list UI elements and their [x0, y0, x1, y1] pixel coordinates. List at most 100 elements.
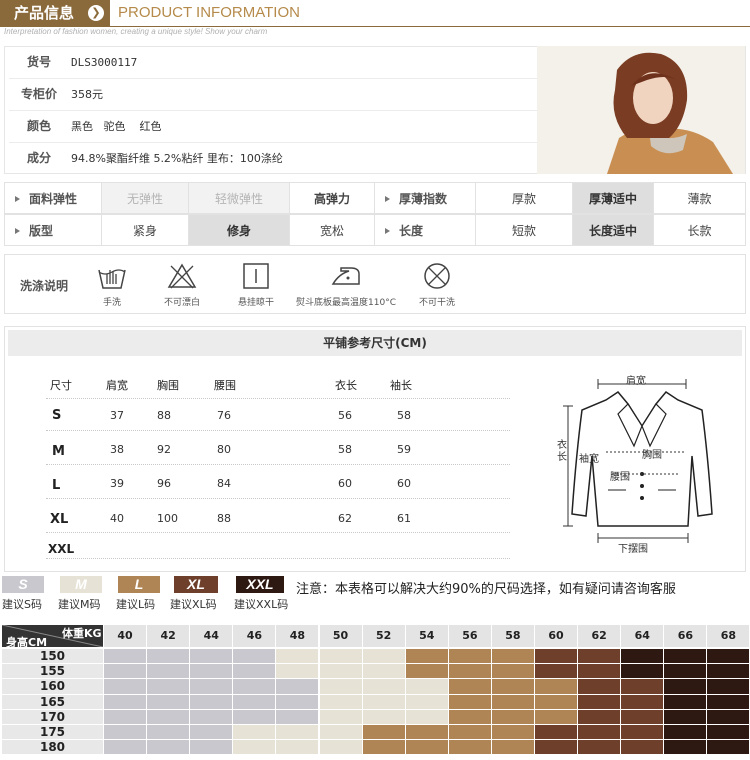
size-cell-m	[319, 740, 362, 755]
info-label: 货号	[26, 55, 51, 69]
size-cell-s	[104, 649, 147, 664]
info-value: DLS3000117	[71, 56, 138, 69]
iron-icon	[331, 267, 360, 285]
size-cell-m	[405, 709, 448, 724]
info-row-material: 成分 94.8%聚酯纤维 5.2%粘纤 里布：100涤纶	[9, 143, 539, 175]
weight-header: 52	[362, 625, 405, 647]
size-table-title: 平铺参考尺寸(CM)	[8, 330, 742, 356]
option-tight[interactable]: 紧身	[101, 214, 189, 246]
size-cell-m	[362, 679, 405, 694]
size-cell-s	[104, 694, 147, 709]
size-cell-s	[276, 679, 319, 694]
size-cell-m	[233, 725, 276, 740]
corner-weight-label: 体重KG	[62, 627, 102, 640]
size-cell-m	[405, 679, 448, 694]
size-cell-xxl	[707, 664, 750, 679]
size-cell-xxl	[707, 694, 750, 709]
size-cell-xl	[578, 679, 621, 694]
size-cell-l	[491, 694, 534, 709]
size-cell-l	[405, 725, 448, 740]
size-cell-l	[362, 725, 405, 740]
hang-dry-icon	[243, 263, 269, 289]
jacket-diagram	[563, 379, 713, 543]
size-cell-m	[405, 694, 448, 709]
size-cell-l	[491, 664, 534, 679]
size-cell-l	[491, 679, 534, 694]
weight-header: 48	[276, 625, 319, 647]
option-high-stretch[interactable]: 高弹力	[289, 182, 375, 214]
size-cell-xxl	[621, 664, 664, 679]
attr-label-elasticity: 面料弹性	[4, 182, 102, 214]
size-cell-xl	[535, 664, 578, 679]
size-cell-s	[147, 649, 190, 664]
cell-value: 39	[110, 477, 124, 490]
chart-corner: 身高CM 体重KG	[2, 625, 103, 649]
weight-header: 56	[448, 625, 491, 647]
size-cell-l	[448, 725, 491, 740]
size-cell-s	[233, 679, 276, 694]
size-cell-xxl	[707, 725, 750, 740]
height-label: 160	[2, 679, 103, 694]
diagram-label-shoulder: 肩宽	[626, 376, 646, 387]
cell-value: 60	[338, 477, 352, 490]
weight-header: 58	[491, 625, 534, 647]
height-label: 150	[2, 649, 103, 664]
wash-item-iron: 熨斗底板最高温度110°C	[296, 262, 396, 308]
option-medium-length[interactable]: 长度适中	[572, 214, 654, 246]
weight-header: 64	[621, 625, 664, 647]
size-cell-s	[233, 664, 276, 679]
attr-label-length: 长度	[374, 214, 476, 246]
size-cell-xxl	[707, 709, 750, 724]
size-cell-xl	[578, 709, 621, 724]
size-cell-l	[535, 694, 578, 709]
size-cell-s	[104, 709, 147, 724]
size-cell-xl	[578, 664, 621, 679]
size-cell-xxl	[664, 694, 707, 709]
size-cell-l	[448, 649, 491, 664]
size-cell-xxl	[664, 664, 707, 679]
size-cell-m	[319, 679, 362, 694]
no-bleach-icon	[167, 263, 197, 289]
height-label: 165	[2, 694, 103, 709]
size-cell-s	[190, 694, 233, 709]
size-cell-m	[319, 649, 362, 664]
diagram-label-waist: 腰围	[610, 472, 630, 483]
col-header: 腰围	[214, 379, 236, 392]
corner-height-label: 身高CM	[6, 636, 48, 649]
size-label: XXL	[48, 542, 75, 556]
option-long[interactable]: 长款	[653, 214, 746, 246]
size-cell-xl	[535, 649, 578, 664]
col-header: 衣长	[335, 379, 357, 392]
size-cell-m	[276, 740, 319, 755]
size-cell-xxl	[664, 709, 707, 724]
size-cell-s	[104, 725, 147, 740]
option-medium-thickness[interactable]: 厚薄适中	[572, 182, 654, 214]
option-no-stretch[interactable]: 无弹性	[101, 182, 189, 214]
size-cell-m	[276, 649, 319, 664]
size-cell-s	[147, 709, 190, 724]
option-loose[interactable]: 宽松	[289, 214, 375, 246]
option-slight-stretch[interactable]: 轻微弹性	[188, 182, 290, 214]
col-header: 尺寸	[50, 379, 72, 392]
size-cell-s	[190, 709, 233, 724]
option-thick[interactable]: 厚款	[475, 182, 573, 214]
cell-value: 37	[110, 409, 124, 422]
info-label: 颜色	[26, 119, 51, 133]
size-cell-l	[491, 740, 534, 755]
size-cell-s	[104, 679, 147, 694]
weight-header: 50	[319, 625, 362, 647]
option-short[interactable]: 短款	[475, 214, 573, 246]
washing-label: 洗涤说明	[20, 279, 69, 293]
info-label: 成分	[26, 151, 51, 165]
size-cell-l	[448, 694, 491, 709]
size-cell-xxl	[621, 649, 664, 664]
cell-value: 92	[157, 443, 171, 456]
diagram-label-chest: 胸围	[642, 450, 662, 461]
legend-swatch-xxl: XXL	[236, 576, 284, 593]
diagram-label-sleeve: 袖宽	[579, 454, 599, 465]
size-cell-m	[319, 664, 362, 679]
weight-header: 42	[147, 625, 190, 647]
no-dry-clean-icon	[424, 263, 450, 289]
option-slim[interactable]: 修身	[188, 214, 290, 246]
option-thin[interactable]: 薄款	[653, 182, 746, 214]
